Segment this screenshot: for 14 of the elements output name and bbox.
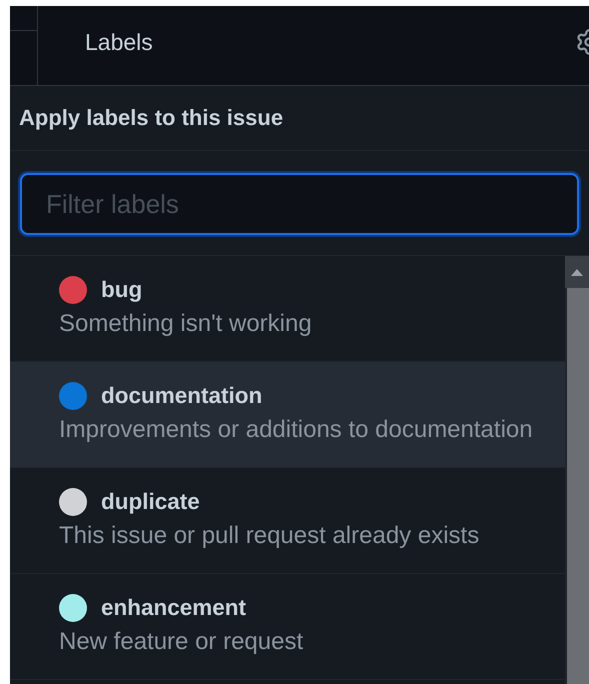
- label-item[interactable]: documentation Improvements or additions to documentation: [10, 362, 565, 468]
- labels-heading: Labels: [85, 29, 153, 57]
- label-name: duplicate: [101, 489, 200, 515]
- filter-field[interactable]: Filter labels: [20, 173, 579, 235]
- popup-title: Apply labels to this issue: [10, 86, 589, 151]
- label-description: Something isn't working: [59, 310, 313, 338]
- scroll-up-icon[interactable]: [571, 268, 583, 276]
- label-description: New feature or request: [59, 628, 304, 656]
- label-name: bug: [101, 277, 142, 303]
- label-description: Improvements or additions to documentation: [59, 416, 534, 444]
- label-description: This issue or pull request already exists: [59, 522, 480, 550]
- scrollbar[interactable]: [565, 256, 589, 684]
- label-name: enhancement: [101, 595, 246, 621]
- label-name: documentation: [101, 383, 262, 409]
